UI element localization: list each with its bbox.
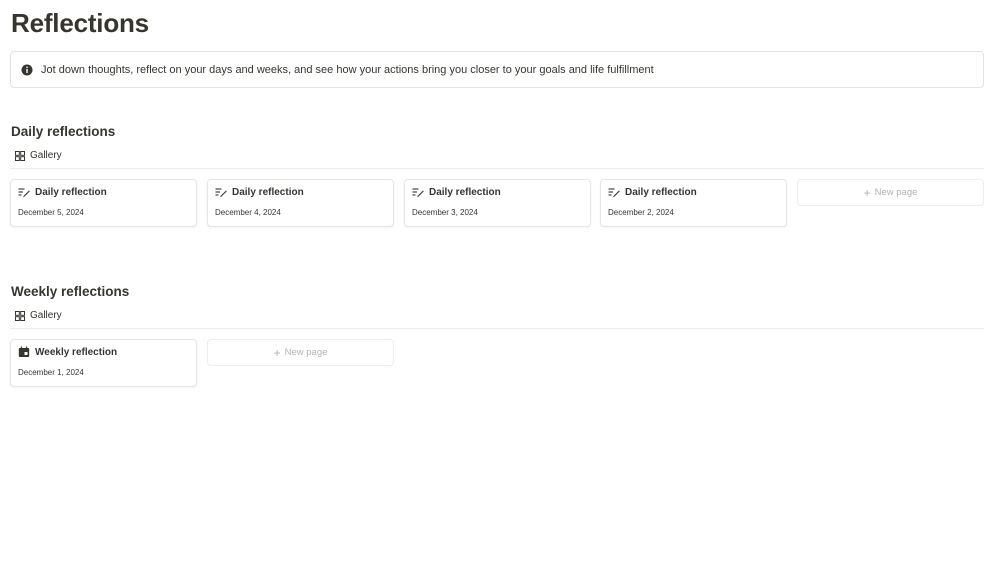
gallery-label: Gallery [30, 150, 62, 161]
card-date: December 5, 2024 [18, 208, 84, 217]
new-page-label: New page [284, 347, 328, 358]
page-title: Reflections [11, 8, 149, 38]
divider [10, 328, 984, 329]
daily-reflection-card[interactable]: Daily reflection December 4, 2024 [207, 179, 394, 227]
info-icon [21, 64, 33, 76]
weekly-reflection-card[interactable]: Weekly reflection December 1, 2024 [10, 339, 197, 387]
daily-gallery-view-tab[interactable]: Gallery [15, 150, 62, 161]
gallery-label: Gallery [30, 310, 62, 321]
card-date: December 2, 2024 [608, 208, 674, 217]
card-title-label: Daily reflection [35, 186, 107, 198]
card-title-label: Daily reflection [429, 186, 501, 198]
daily-new-page-button[interactable]: + New page [797, 179, 984, 206]
card-title: Daily reflection [18, 186, 107, 198]
daily-reflection-card[interactable]: Daily reflection December 5, 2024 [10, 179, 197, 227]
weekly-reflections-title[interactable]: Weekly reflections [11, 284, 129, 299]
daily-reflection-card[interactable]: Daily reflection December 3, 2024 [404, 179, 591, 227]
card-title-label: Weekly reflection [35, 346, 118, 358]
gallery-icon [15, 310, 25, 321]
note-edit-icon [608, 186, 620, 198]
divider [10, 168, 984, 169]
daily-reflection-card[interactable]: Daily reflection December 2, 2024 [600, 179, 787, 227]
card-date: December 3, 2024 [412, 208, 478, 217]
gallery-icon [15, 150, 25, 161]
note-edit-icon [412, 186, 424, 198]
weekly-gallery-view-tab[interactable]: Gallery [15, 310, 62, 321]
card-date: December 1, 2024 [18, 368, 84, 377]
weekly-new-page-button[interactable]: + New page [207, 339, 394, 366]
card-title-label: Daily reflection [625, 186, 697, 198]
card-title: Daily reflection [412, 186, 501, 198]
new-page-label: New page [874, 187, 918, 198]
plus-icon: + [273, 345, 281, 360]
daily-reflections-title[interactable]: Daily reflections [11, 124, 115, 139]
card-title: Daily reflection [215, 186, 304, 198]
calendar-icon [18, 346, 30, 358]
card-title: Daily reflection [608, 186, 697, 198]
note-edit-icon [215, 186, 227, 198]
plus-icon: + [863, 185, 871, 200]
page: Reflections Jot down thoughts, reflect o… [0, 0, 1005, 565]
note-edit-icon [18, 186, 30, 198]
card-title-label: Daily reflection [232, 186, 304, 198]
card-date: December 4, 2024 [215, 208, 281, 217]
info-callout[interactable]: Jot down thoughts, reflect on your days … [10, 51, 984, 88]
card-title: Weekly reflection [18, 346, 117, 358]
callout-text: Jot down thoughts, reflect on your days … [41, 63, 654, 76]
